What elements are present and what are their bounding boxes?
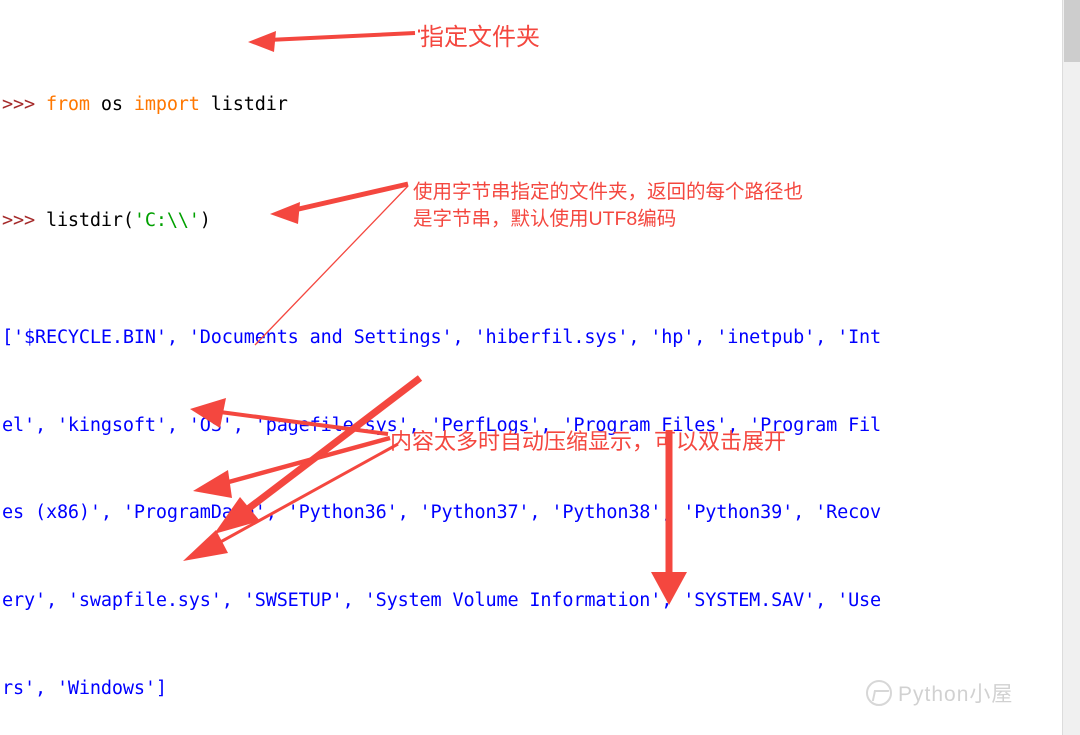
prompt-marker: >>>	[2, 210, 46, 232]
idle-shell-window: >>> from os import listdir >>> listdir('…	[0, 0, 1080, 735]
shell-line-output: ery', 'swapfile.sys', 'SWSETUP', 'System…	[2, 589, 882, 611]
annotation-label-squeeze-hint: 内容太多时自动压缩显示，可以双击展开	[390, 429, 787, 454]
shell-line-input: >>> from os import listdir	[2, 93, 288, 115]
scrollbar-thumb[interactable]	[1064, 0, 1080, 62]
shell-text-area[interactable]: >>> from os import listdir >>> listdir('…	[0, 0, 1062, 735]
keyword-import: import	[133, 93, 200, 115]
string-literal: 'C:\\'	[133, 210, 200, 232]
shell-line-output: ['$RECYCLE.BIN', 'Documents and Settings…	[2, 327, 882, 349]
shell-line-output: es (x86)', 'ProgramData', 'Python36', 'P…	[2, 502, 882, 524]
watermark-logo-icon	[866, 680, 892, 706]
watermark: Python小屋	[866, 676, 1056, 710]
vertical-scrollbar[interactable]	[1062, 0, 1080, 735]
keyword-from: from	[45, 93, 90, 115]
annotation-label-bytes-path: 使用字节串指定的文件夹，返回的每个路径也 是字节串，默认使用UTF8编码	[413, 181, 804, 230]
annotation-label-specify-folder: 指定文件夹	[420, 24, 540, 51]
watermark-label: Python小屋	[898, 683, 1014, 706]
prompt-marker: >>>	[2, 93, 46, 115]
